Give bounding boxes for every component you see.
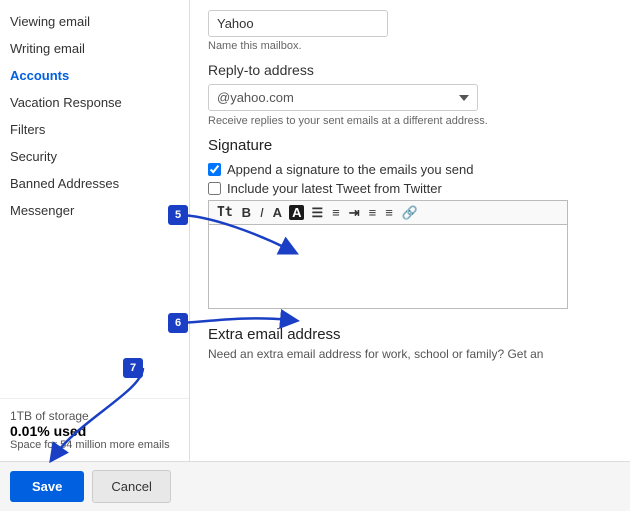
annotation-badge-6: 6 [168,313,188,333]
main-content: Name this mailbox. Reply-to address @yah… [190,0,630,461]
sidebar-item-accounts[interactable]: Accounts [0,62,189,89]
reply-to-select[interactable]: @yahoo.com [208,84,478,111]
extra-email-title: Extra email address [208,326,612,343]
signature-checkbox-row-2: Include your latest Tweet from Twitter [208,181,612,196]
extra-email-section: Extra email address Need an extra email … [208,326,612,361]
sidebar-item-viewing-email[interactable]: Viewing email [0,8,189,35]
cancel-button[interactable]: Cancel [92,470,170,503]
reply-to-hint: Receive replies to your sent emails at a… [208,115,612,127]
signature-checkbox-row-1: Append a signature to the emails you sen… [208,162,612,177]
annotation-badge-5: 5 [168,205,188,225]
mailbox-name-input[interactable] [208,10,388,37]
sidebar-item-security[interactable]: Security [0,143,189,170]
sidebar-item-banned-addresses[interactable]: Banned Addresses [0,170,189,197]
save-button[interactable]: Save [10,471,84,502]
reply-to-wrapper: @yahoo.com [208,84,478,111]
sidebar-item-vacation-response[interactable]: Vacation Response [0,89,189,116]
include-tweet-checkbox[interactable] [208,182,221,195]
toolbar-ul-btn[interactable]: ☰ [309,205,325,220]
reply-to-label: Reply-to address [208,62,612,78]
include-tweet-label: Include your latest Tweet from Twitter [227,181,442,196]
toolbar-bold-btn[interactable]: B [240,205,253,220]
annotation-badge-7: 7 [123,358,143,378]
storage-used: 0.01% used [10,423,179,439]
toolbar-font-color-btn[interactable]: A [271,205,284,220]
toolbar-font-bg-btn[interactable]: A [289,205,304,220]
append-signature-label: Append a signature to the emails you sen… [227,162,473,177]
storage-title: 1TB of storage [10,409,179,423]
toolbar-italic-btn[interactable]: I [258,205,266,220]
signature-section: Signature Append a signature to the emai… [208,137,612,312]
toolbar-ol-btn[interactable]: ≡ [330,205,342,220]
mailbox-name-hint: Name this mailbox. [208,40,612,52]
editor-toolbar: Tt B I A A ☰ ≡ ⇥ ≡ ≡ 🔗 [208,200,568,224]
sidebar-item-filters[interactable]: Filters [0,116,189,143]
sidebar-item-messenger[interactable]: Messenger [0,197,189,224]
toolbar-tt-btn[interactable]: Tt [215,205,235,220]
toolbar-align-left-btn[interactable]: ≡ [367,205,379,220]
toolbar-indent-btn[interactable]: ⇥ [347,205,362,220]
extra-email-desc: Need an extra email address for work, sc… [208,347,612,361]
toolbar-link-btn[interactable]: 🔗 [400,205,420,220]
footer-bar: Save Cancel [0,461,630,511]
sidebar-item-writing-email[interactable]: Writing email [0,35,189,62]
toolbar-align-center-btn[interactable]: ≡ [383,205,395,220]
storage-sub: Space for 54 million more emails [10,439,179,451]
append-signature-checkbox[interactable] [208,163,221,176]
signature-title: Signature [208,137,612,154]
signature-editor[interactable] [208,224,568,309]
storage-info: 1TB of storage 0.01% used Space for 54 m… [0,398,189,461]
sidebar: Viewing email Writing email Accounts Vac… [0,0,190,461]
